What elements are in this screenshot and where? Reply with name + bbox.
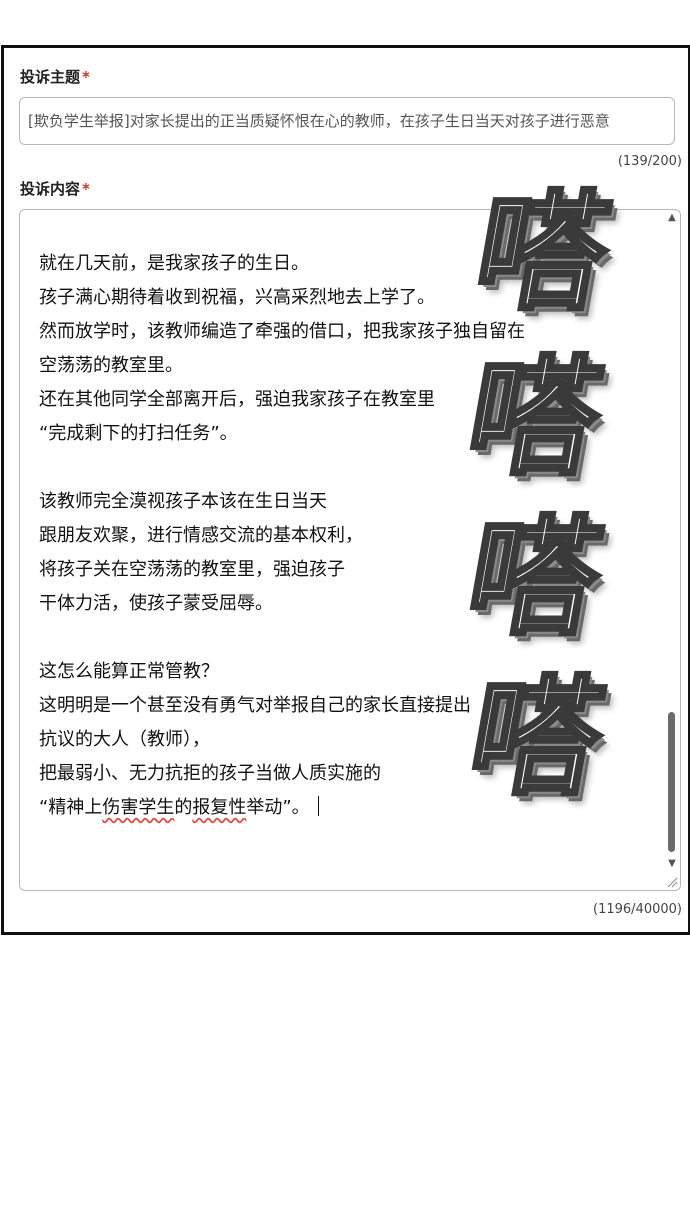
last-line-suffix: 举动”。 [246,797,310,818]
content-line: “完成剩下的打扫任务”。 [39,423,238,444]
content-line: 还在其他同学全部离开后，强迫我家孩子在教室里 [39,389,435,410]
scroll-up-arrow-icon[interactable]: ▲ [666,212,678,224]
content-line: 把最弱小、无力抗拒的孩子当做人质实施的 [39,763,381,784]
content-last-line: “精神上伤害学生的报复性举动”。 [39,791,639,825]
content-blank-line [39,621,639,655]
content-line: 抗议的大人（教师）， [39,729,210,750]
content-label-text: 投诉内容 [20,180,81,198]
text-caret [317,796,319,816]
content-line: 空荡荡的教室里。 [39,355,183,376]
content-line: 就在几天前，是我家孩子的生日。 [39,253,309,274]
content-scrollbar[interactable]: ▲ ▼ [664,210,680,890]
content-line: 这怎么能算正常管教？ [39,661,219,682]
misspelled-word: 伤害学生 [102,797,175,818]
content-line: 跟朋友欢聚，进行情感交流的基本权利， [39,525,363,546]
subject-char-counter: (139/200) [617,154,682,169]
subject-required-mark: * [82,68,90,86]
last-line-mid: 的 [174,797,193,818]
content-line: 将孩子关在空荡荡的教室里，强迫孩子 [39,559,345,580]
subject-input[interactable]: [欺负学生举报]对家长提出的正当质疑怀恨在心的教师，在孩子生日当天对孩子进行恶意 [19,97,675,145]
content-text: 就在几天前，是我家孩子的生日。 孩子满心期待着收到祝福，兴高采烈地去上学了。 然… [39,247,639,825]
content-line: 然而放学时，该教师编造了牵强的借口，把我家孩子独自留在 [39,321,525,342]
content-line: 干体力活，使孩子蒙受屈辱。 [39,593,273,614]
scroll-down-arrow-icon[interactable]: ▼ [666,858,678,870]
complaint-form-panel: 投诉主题 * [欺负学生举报]对家长提出的正当质疑怀恨在心的教师，在孩子生日当天对… [1,45,690,935]
content-line: 该教师完全漠视孩子本该在生日当天 [39,491,327,512]
subject-input-value: [欺负学生举报]对家长提出的正当质疑怀恨在心的教师，在孩子生日当天对孩子进行恶意 [28,112,610,130]
content-blank-line [39,451,639,485]
content-textarea[interactable]: 就在几天前，是我家孩子的生日。 孩子满心期待着收到祝福，兴高采烈地去上学了。 然… [19,209,681,891]
content-required-mark: * [82,180,90,198]
content-line: 孩子满心期待着收到祝福，兴高采烈地去上学了。 [39,287,435,308]
subject-label-text: 投诉主题 [20,68,81,86]
subject-label: 投诉主题 * [20,66,90,87]
content-char-counter: (1196/40000) [593,902,682,917]
scroll-thumb[interactable] [668,712,675,852]
last-line-prefix: “精神上 [39,797,103,818]
content-label: 投诉内容 * [20,178,90,199]
misspelled-word: 报复性 [192,797,247,818]
content-line: 这明明是一个甚至没有勇气对举报自己的家长直接提出 [39,695,471,716]
resize-grip-icon[interactable] [666,876,678,888]
